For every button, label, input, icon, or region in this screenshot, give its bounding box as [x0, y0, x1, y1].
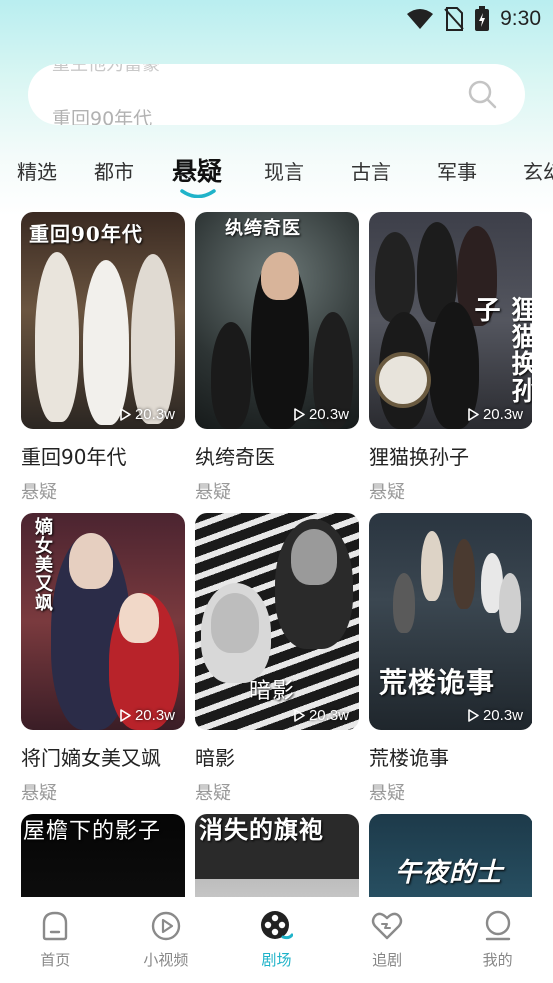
- search-scroll-previous: 重生他为富豪: [52, 64, 160, 75]
- bottom-nav: 首页 小视频 剧场 追剧 我的: [0, 897, 553, 983]
- drama-title[interactable]: 纨绔奇医: [195, 441, 359, 470]
- play-count-value: 20.3w: [308, 406, 349, 423]
- play-count: 20.3w: [294, 406, 349, 423]
- nav-theater[interactable]: 剧场: [221, 897, 332, 983]
- nav-label-short-video: 小视频: [143, 951, 189, 969]
- nav-follow[interactable]: 追剧: [332, 897, 443, 983]
- heart-icon: [371, 912, 403, 940]
- poster-title: 纨绔奇医: [225, 218, 301, 239]
- film-reel-icon: [261, 911, 294, 940]
- status-time: 9:30: [500, 7, 541, 30]
- poster-title: 屋檐下的影子: [23, 819, 162, 844]
- play-count: 20.3w: [468, 406, 523, 423]
- drama-genre-tag: 悬疑: [21, 482, 57, 503]
- search-bar[interactable]: 重生他为富豪 重回90年代: [28, 64, 525, 125]
- play-count-value: 20.3w: [482, 707, 523, 724]
- drama-genre-tag: 悬疑: [369, 783, 405, 804]
- drama-card[interactable]: 狸猫换孙子 20.3w 狸猫换孙子 悬疑: [369, 212, 532, 504]
- drama-title[interactable]: 暗影: [195, 742, 359, 771]
- drama-card[interactable]: 纨绔奇医 20.3w 纨绔奇医 悬疑: [195, 212, 359, 504]
- play-count-value: 20.3w: [134, 707, 175, 724]
- play-count: 20.3w: [468, 707, 523, 724]
- tab-xuanhuan[interactable]: 玄幻: [523, 156, 553, 185]
- poster-title: 暗影: [249, 679, 296, 704]
- nav-label-follow: 追剧: [372, 951, 403, 969]
- nav-profile[interactable]: 我的: [442, 897, 553, 983]
- play-count: 20.3w: [120, 707, 175, 724]
- poster-title: 午夜的士: [395, 858, 504, 888]
- drama-poster[interactable]: 重回90年代 20.3w: [21, 212, 185, 429]
- drama-card[interactable]: 荒楼诡事 20.3w 荒楼诡事 悬疑: [369, 513, 532, 805]
- nav-label-profile: 我的: [482, 951, 513, 969]
- status-icons: 9:30: [406, 6, 541, 32]
- search-icon[interactable]: [467, 79, 497, 109]
- play-icon: [294, 408, 305, 421]
- battery-charging-icon: [475, 6, 490, 31]
- home-icon: [43, 911, 68, 941]
- drama-card[interactable]: 屋檐下的影子: [21, 814, 185, 897]
- drama-card[interactable]: 嫡女美又飒 20.3w 将门嫡女美又飒 悬疑: [21, 513, 185, 805]
- tab-jingxuan[interactable]: 精选: [17, 156, 57, 185]
- drama-genre-tag: 悬疑: [21, 783, 57, 804]
- drama-card[interactable]: 重回90年代 20.3w 重回90年代 悬疑: [21, 212, 185, 504]
- play-icon: [468, 408, 479, 421]
- poster-title: 嫡女美又飒: [32, 517, 53, 612]
- poster-title: 重回90年代: [29, 222, 143, 246]
- play-icon: [120, 408, 131, 421]
- play-count-value: 20.3w: [134, 406, 175, 423]
- nav-label-home: 首页: [40, 951, 71, 969]
- tab-xuanyi[interactable]: 悬疑: [172, 152, 222, 188]
- drama-poster[interactable]: 屋檐下的影子: [21, 814, 185, 897]
- drama-poster[interactable]: 纨绔奇医 20.3w: [195, 212, 359, 429]
- drama-genre-tag: 悬疑: [195, 482, 231, 503]
- drama-card[interactable]: 午夜的士: [369, 814, 532, 897]
- active-tab-indicator: [180, 189, 216, 198]
- drama-title[interactable]: 狸猫换孙子: [369, 441, 532, 470]
- nav-label-theater: 剧场: [261, 951, 292, 969]
- poster-title: 消失的旗袍: [199, 815, 324, 844]
- play-icon: [468, 709, 479, 722]
- drama-card[interactable]: 消失的旗袍: [195, 814, 359, 897]
- play-count-value: 20.3w: [308, 707, 349, 724]
- drama-title[interactable]: 将门嫡女美又飒: [21, 742, 185, 771]
- drama-poster[interactable]: 消失的旗袍: [195, 814, 359, 897]
- wifi-icon: [407, 9, 434, 29]
- profile-icon: [485, 910, 510, 941]
- drama-card[interactable]: 暗影 20.3w 暗影 悬疑: [195, 513, 359, 805]
- status-bar: 9:30: [0, 0, 553, 40]
- tab-dushi[interactable]: 都市: [94, 156, 134, 185]
- play-count: 20.3w: [294, 707, 349, 724]
- drama-poster[interactable]: 狸猫换孙子 20.3w: [369, 212, 532, 429]
- tab-junshi[interactable]: 军事: [437, 156, 477, 185]
- drama-grid: 重回90年代 20.3w 重回90年代 悬疑 纨绔奇医 20.3w 纨绔奇医 悬…: [21, 212, 532, 897]
- drama-genre-tag: 悬疑: [195, 783, 231, 804]
- drama-poster[interactable]: 荒楼诡事 20.3w: [369, 513, 532, 730]
- tab-guyan[interactable]: 古言: [351, 156, 391, 185]
- poster-title: 荒楼诡事: [379, 666, 496, 699]
- no-sim-icon: [444, 7, 464, 31]
- play-icon: [120, 709, 131, 722]
- drama-title[interactable]: 重回90年代: [21, 441, 185, 470]
- nav-short-video[interactable]: 小视频: [111, 897, 222, 983]
- category-tabs: 精选 都市 悬疑 现言 古言 军事 玄幻: [0, 148, 553, 198]
- drama-poster[interactable]: 午夜的士: [369, 814, 532, 897]
- drama-title[interactable]: 荒楼诡事: [369, 742, 532, 771]
- tab-xianyan[interactable]: 现言: [264, 156, 304, 185]
- play-count: 20.3w: [120, 406, 175, 423]
- drama-poster[interactable]: 暗影 20.3w: [195, 513, 359, 730]
- drama-poster[interactable]: 嫡女美又飒 20.3w: [21, 513, 185, 730]
- search-placeholder: 重回90年代: [52, 108, 153, 125]
- nav-home[interactable]: 首页: [0, 897, 111, 983]
- drama-genre-tag: 悬疑: [369, 482, 405, 503]
- play-count-value: 20.3w: [482, 406, 523, 423]
- play-circle-icon: [151, 911, 181, 941]
- play-icon: [294, 709, 305, 722]
